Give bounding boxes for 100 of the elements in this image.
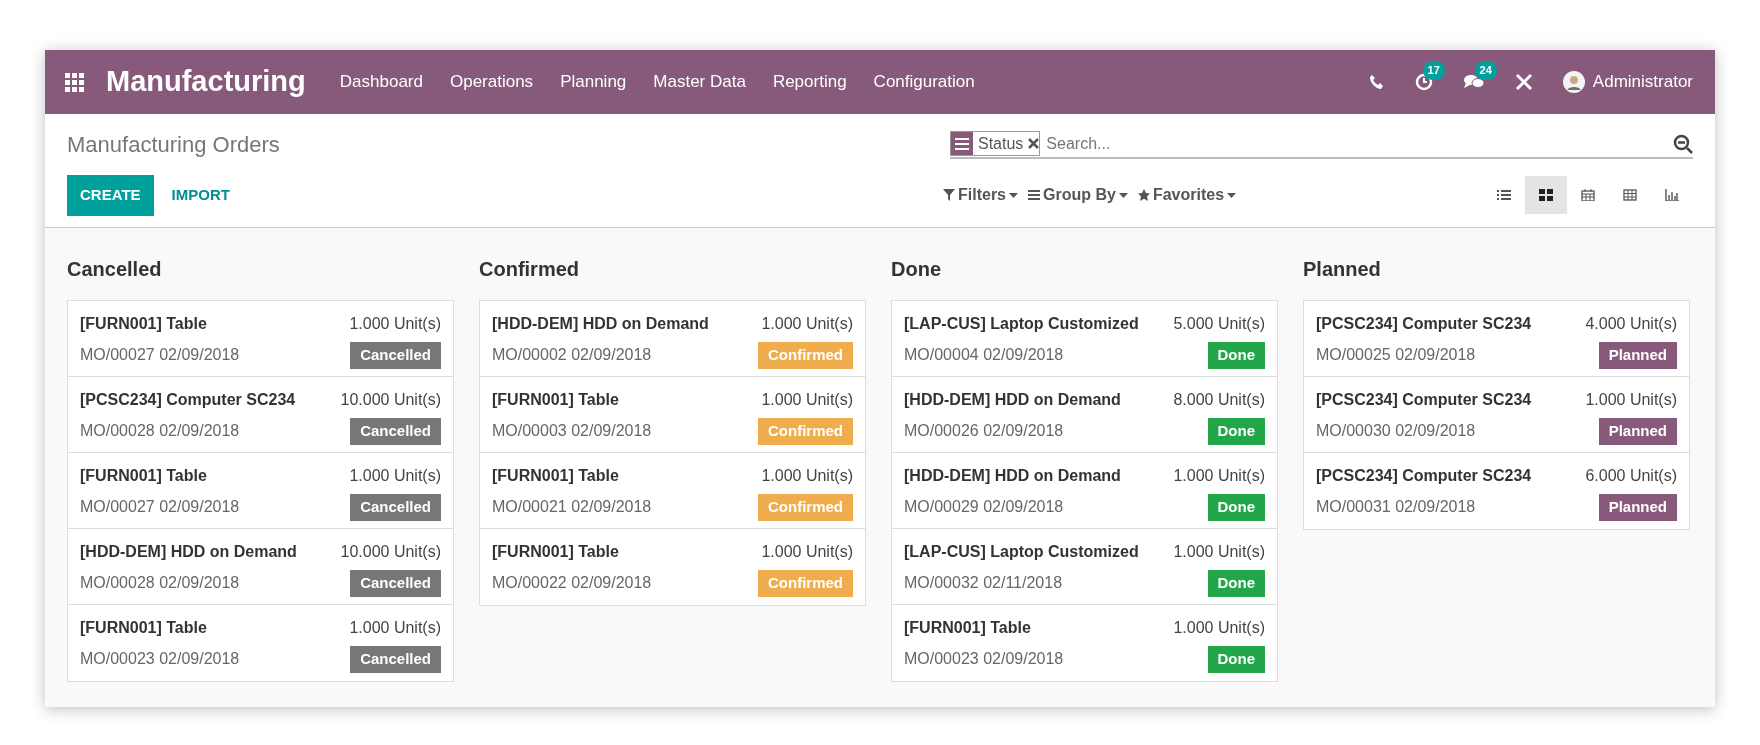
quantity: 1.000 Unit(s): [349, 466, 441, 486]
status-label: Done: [1207, 646, 1265, 673]
status-label: Confirmed: [758, 418, 853, 445]
list-icon: [955, 137, 969, 150]
status-label: Planned: [1598, 494, 1677, 521]
quantity: 8.000 Unit(s): [1173, 390, 1265, 410]
list-icon: [1028, 189, 1040, 202]
status-label: Done: [1207, 570, 1265, 597]
product-name: [FURN001] Table: [904, 618, 1031, 638]
product-name: [FURN001] Table: [492, 466, 619, 486]
caret-icon: [1118, 192, 1128, 198]
table-view-icon: [1623, 189, 1637, 202]
order-reference: MO/00022 02/09/2018: [492, 573, 652, 594]
apps-grid-icon[interactable]: [65, 72, 84, 92]
status-label: Confirmed: [758, 570, 853, 597]
product-name: [HDD-DEM] HDD on Demand: [80, 542, 297, 562]
filter-facet[interactable]: Status: [950, 131, 1041, 156]
product-name: [LAP-CUS] Laptop Customized: [904, 314, 1139, 334]
menu-item[interactable]: Master Data: [653, 69, 746, 95]
product-name: [PCSC234] Computer SC234: [1316, 314, 1532, 334]
search-option-dropdown[interactable]: Filters: [943, 183, 1018, 208]
list-view-icon: [1497, 189, 1511, 202]
menu-item[interactable]: Planning: [560, 69, 627, 95]
product-name: [PCSC234] Computer SC234: [1316, 390, 1532, 410]
quantity: 1.000 Unit(s): [349, 314, 441, 334]
count-badge: 17: [1422, 61, 1445, 80]
chat-icon[interactable]: [1462, 73, 1485, 91]
status-label: Done: [1207, 342, 1265, 369]
clock-icon[interactable]: [1414, 73, 1433, 91]
order-reference: MO/00027 02/09/2018: [80, 345, 240, 366]
quantity: 1.000 Unit(s): [761, 542, 853, 562]
status-label: Done: [1207, 418, 1265, 445]
calendar-view-icon: [1581, 189, 1595, 202]
status-label: Confirmed: [758, 494, 853, 521]
bar-chart-view-icon: [1665, 189, 1679, 202]
product-name: [FURN001] Table: [492, 390, 619, 410]
product-name: [FURN001] Table: [80, 314, 207, 334]
count-badge: 24: [1474, 61, 1497, 80]
order-reference: MO/00027 02/09/2018: [80, 497, 240, 518]
quantity: 6.000 Unit(s): [1585, 466, 1677, 486]
filter-icon: [943, 189, 955, 202]
quantity: 1.000 Unit(s): [1173, 618, 1265, 638]
order-reference: MO/00028 02/09/2018: [80, 421, 240, 442]
status-label: Done: [1207, 494, 1265, 521]
column-title: Planned: [1303, 257, 1382, 282]
column-title: Done: [891, 257, 942, 282]
search-option-dropdown[interactable]: Favorites: [1137, 183, 1237, 208]
status-label: Cancelled: [350, 646, 441, 673]
caret-icon: [1227, 192, 1237, 198]
status-label: Planned: [1598, 418, 1677, 445]
search-icon[interactable]: [1673, 133, 1693, 154]
quantity: 1.000 Unit(s): [1173, 542, 1265, 562]
order-reference: MO/00004 02/09/2018: [904, 345, 1064, 366]
user-name[interactable]: Administrator: [1592, 69, 1693, 95]
menu-item[interactable]: Dashboard: [339, 69, 423, 95]
order-reference: MO/00023 02/09/2018: [80, 649, 240, 670]
status-label: Cancelled: [350, 570, 441, 597]
quantity: 1.000 Unit(s): [761, 466, 853, 486]
quantity: 1.000 Unit(s): [1173, 466, 1265, 486]
order-reference: MO/00030 02/09/2018: [1316, 421, 1476, 442]
status-label: Cancelled: [350, 494, 441, 521]
order-reference: MO/00026 02/09/2018: [904, 421, 1064, 442]
quantity: 5.000 Unit(s): [1173, 314, 1265, 334]
quantity: 1.000 Unit(s): [349, 618, 441, 638]
product-name: [FURN001] Table: [80, 618, 207, 638]
search-field[interactable]: Status Search...: [950, 130, 1693, 159]
order-reference: MO/00028 02/09/2018: [80, 573, 240, 594]
quantity: 4.000 Unit(s): [1585, 314, 1677, 334]
app-title: Manufacturing: [106, 64, 306, 100]
product-name: [LAP-CUS] Laptop Customized: [904, 542, 1139, 562]
phone-icon[interactable]: [1368, 74, 1385, 90]
status-label: Planned: [1598, 342, 1677, 369]
quantity: 10.000 Unit(s): [340, 390, 441, 410]
search-option-dropdown[interactable]: Group By: [1028, 183, 1128, 208]
status-label: Cancelled: [350, 342, 441, 369]
quantity: 1.000 Unit(s): [761, 390, 853, 410]
quantity: 10.000 Unit(s): [340, 542, 441, 562]
order-reference: MO/00032 02/11/2018: [904, 573, 1063, 594]
order-reference: MO/00029 02/09/2018: [904, 497, 1064, 518]
product-name: [PCSC234] Computer SC234: [80, 390, 296, 410]
quantity: 1.000 Unit(s): [1585, 390, 1677, 410]
order-reference: MO/00025 02/09/2018: [1316, 345, 1476, 366]
column-title: Cancelled: [67, 257, 163, 282]
order-reference: MO/00023 02/09/2018: [904, 649, 1064, 670]
status-label: Cancelled: [350, 418, 441, 445]
status-label: Confirmed: [758, 342, 853, 369]
view-switch-button[interactable]: [1525, 176, 1567, 215]
menu-item[interactable]: Reporting: [772, 69, 847, 95]
order-reference: MO/00003 02/09/2018: [492, 421, 652, 442]
order-reference: MO/00002 02/09/2018: [492, 345, 652, 366]
product-name: [HDD-DEM] HDD on Demand: [904, 390, 1121, 410]
caret-icon: [1009, 192, 1018, 198]
import-button[interactable]: IMPORT: [153, 175, 248, 216]
star-icon: [1137, 189, 1150, 202]
order-reference: MO/00021 02/09/2018: [492, 497, 652, 518]
quantity: 1.000 Unit(s): [761, 314, 853, 334]
menu-item[interactable]: Operations: [449, 69, 534, 95]
menu-item[interactable]: Configuration: [873, 69, 975, 95]
breadcrumb-title: Manufacturing Orders: [67, 131, 280, 159]
close-icon[interactable]: [1028, 138, 1040, 149]
